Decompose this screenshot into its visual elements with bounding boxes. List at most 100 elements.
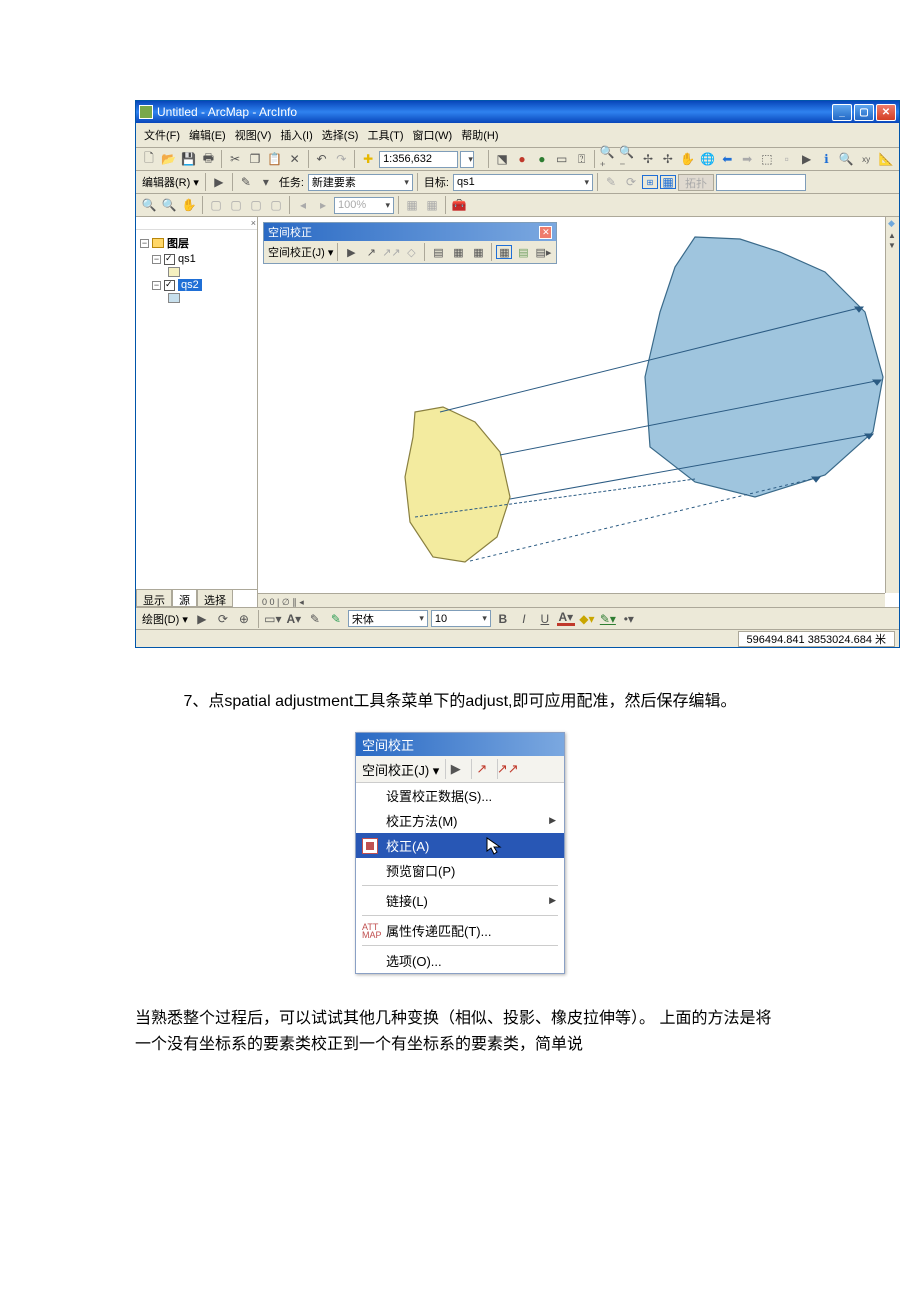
toc-tab-source[interactable]: 源: [172, 590, 197, 607]
line-color-icon[interactable]: ✎▾: [599, 610, 617, 628]
select-features-icon[interactable]: ⬚: [758, 150, 776, 168]
layout-data-icon[interactable]: ▦: [403, 196, 421, 214]
save-icon[interactable]: 💾: [180, 150, 198, 168]
rotate-icon[interactable]: ⟳: [622, 173, 640, 191]
select-tool-icon[interactable]: ▶: [342, 243, 360, 261]
edit-vertices-icon[interactable]: ✎: [306, 610, 324, 628]
menu-item-preview[interactable]: 预览窗口(P): [356, 858, 564, 883]
layout-zoom-dropdown[interactable]: 100%: [334, 197, 394, 214]
globe-icon[interactable]: ●: [533, 150, 551, 168]
target-dropdown[interactable]: qs1: [453, 174, 593, 191]
menu-item-links[interactable]: 链接(L): [356, 888, 564, 913]
select-tool-icon[interactable]: ▶: [445, 759, 465, 779]
font-size-dropdown[interactable]: 10: [431, 610, 491, 627]
spatial-adjustment-toolbar[interactable]: 空间校正 ✕ 空间校正(J) ▾ ▶ ↗ ↗↗ ◇ ▤ ▦ ▦ ▦ ▤: [263, 222, 557, 264]
fill-color-icon[interactable]: ◆▾: [578, 610, 596, 628]
layout-full-icon[interactable]: ▢: [207, 196, 225, 214]
toc-layer2-symbol[interactable]: [168, 292, 253, 304]
clear-selection-icon[interactable]: ▫: [778, 150, 796, 168]
font-color-icon[interactable]: A▾: [557, 612, 575, 626]
menu-item-adjust[interactable]: 校正(A): [356, 833, 564, 858]
prev-extent-icon[interactable]: ⬅: [718, 150, 736, 168]
text-tool-icon[interactable]: A▾: [285, 610, 303, 628]
scale-field[interactable]: 1:356,632: [379, 151, 458, 168]
catalog-icon[interactable]: ▭: [553, 150, 571, 168]
limited-adjust-icon[interactable]: ▤: [429, 243, 447, 261]
whatsthis-icon[interactable]: ⍰: [573, 150, 591, 168]
menu-window[interactable]: 窗口(W): [411, 126, 455, 144]
layout-prev-icon[interactable]: ◂: [294, 196, 312, 214]
undo-icon[interactable]: ↶: [313, 150, 331, 168]
layout-zoomin-icon[interactable]: 🔍: [140, 196, 158, 214]
find-icon[interactable]: 🔍: [837, 150, 855, 168]
redo-icon[interactable]: ↷: [332, 150, 350, 168]
callout-icon[interactable]: ✎: [327, 610, 345, 628]
toc-tab-display[interactable]: 显示: [136, 590, 172, 607]
fixed-zoom-out-icon[interactable]: ✢: [659, 150, 677, 168]
full-extent-icon[interactable]: 🌐: [699, 150, 717, 168]
menu-help[interactable]: 帮助(H): [459, 126, 500, 144]
sketch-dropdown-icon[interactable]: ▾: [257, 173, 275, 191]
toc-close-icon[interactable]: ×: [136, 217, 257, 230]
bold-icon[interactable]: B: [494, 610, 512, 628]
floating-close-icon[interactable]: ✕: [539, 226, 552, 239]
select-elem-icon[interactable]: ▶: [193, 610, 211, 628]
layout-pan-icon[interactable]: ✋: [180, 196, 198, 214]
toc-layer1-row[interactable]: − qs1: [152, 252, 253, 266]
editor-tool-icon[interactable]: ⬔: [493, 150, 511, 168]
toc-tab-select[interactable]: 选择: [197, 590, 233, 607]
layout-fixed-out-icon[interactable]: ▢: [267, 196, 285, 214]
copy-icon[interactable]: ❐: [246, 150, 264, 168]
toolbox-icon[interactable]: 🧰: [450, 196, 468, 214]
vertical-scrollbar[interactable]: [885, 217, 899, 593]
edge-match-icon[interactable]: ▦: [449, 243, 467, 261]
scale-dropdown[interactable]: [460, 151, 474, 168]
italic-icon[interactable]: I: [515, 610, 533, 628]
toc-layer1-symbol[interactable]: [168, 266, 253, 278]
expander-icon[interactable]: −: [152, 281, 161, 290]
multi-link-icon[interactable]: ↗↗: [382, 243, 400, 261]
maximize-button[interactable]: ▢: [854, 104, 874, 121]
displacement-link-icon[interactable]: ↗: [362, 243, 380, 261]
delete-icon[interactable]: ✕: [286, 150, 304, 168]
menu-insert[interactable]: 插入(I): [278, 126, 314, 144]
pan-icon[interactable]: ✋: [679, 150, 697, 168]
link-table-icon[interactable]: ▤: [514, 243, 532, 261]
checkbox-icon[interactable]: [164, 254, 175, 265]
menu-item-method[interactable]: 校正方法(M): [356, 808, 564, 833]
close-button[interactable]: ✕: [876, 104, 896, 121]
sketch-props-icon[interactable]: ▦: [660, 175, 676, 189]
identify-icon[interactable]: ℹ: [818, 150, 836, 168]
view-links-icon[interactable]: ▦: [496, 245, 512, 259]
map-canvas[interactable]: 空间校正 ✕ 空间校正(J) ▾ ▶ ↗ ↗↗ ◇ ▤ ▦ ▦ ▦ ▤: [258, 217, 899, 607]
goto-xy-icon[interactable]: xy: [857, 150, 875, 168]
print-icon[interactable]: 🖶: [199, 150, 217, 168]
cut-poly-icon[interactable]: ✎: [602, 173, 620, 191]
layout-layout-icon[interactable]: ▦: [423, 196, 441, 214]
multi-link-icon[interactable]: ↗↗: [497, 759, 517, 779]
next-extent-icon[interactable]: ➡: [738, 150, 756, 168]
menu-tools[interactable]: 工具(T): [365, 126, 405, 144]
menu-item-set-data[interactable]: 设置校正数据(S)...: [356, 783, 564, 808]
attr-transfer-icon[interactable]: ▦: [469, 243, 487, 261]
menu-view[interactable]: 视图(V): [233, 126, 274, 144]
cut-icon[interactable]: ✂: [226, 150, 244, 168]
menu-item-options[interactable]: 选项(O)...: [356, 948, 564, 973]
zoom-out-icon[interactable]: 🔍⁻: [619, 150, 637, 168]
new-icon[interactable]: 🗋: [140, 150, 158, 168]
paste-icon[interactable]: 📋: [266, 150, 284, 168]
layout-fixed-in-icon[interactable]: ▢: [247, 196, 265, 214]
marker-color-icon[interactable]: •▾: [620, 610, 638, 628]
edit-tool-icon[interactable]: ▶: [210, 173, 228, 191]
expander-icon[interactable]: −: [140, 239, 149, 248]
fixed-zoom-in-icon[interactable]: ✢: [639, 150, 657, 168]
menu-item-attr-transfer[interactable]: ATT MAP 属性传递匹配(T)...: [356, 918, 564, 943]
extend-field[interactable]: [716, 174, 806, 191]
task-dropdown[interactable]: 新建要素: [308, 174, 413, 191]
drawing-menu[interactable]: 绘图(D) ▾: [140, 611, 190, 627]
zoom-in-icon[interactable]: 🔍⁺: [599, 150, 617, 168]
displacement-link-icon[interactable]: ↗: [471, 759, 491, 779]
select-elements-icon[interactable]: ▶: [798, 150, 816, 168]
identity-link-icon[interactable]: ◇: [402, 243, 420, 261]
ball-icon[interactable]: ●: [513, 150, 531, 168]
